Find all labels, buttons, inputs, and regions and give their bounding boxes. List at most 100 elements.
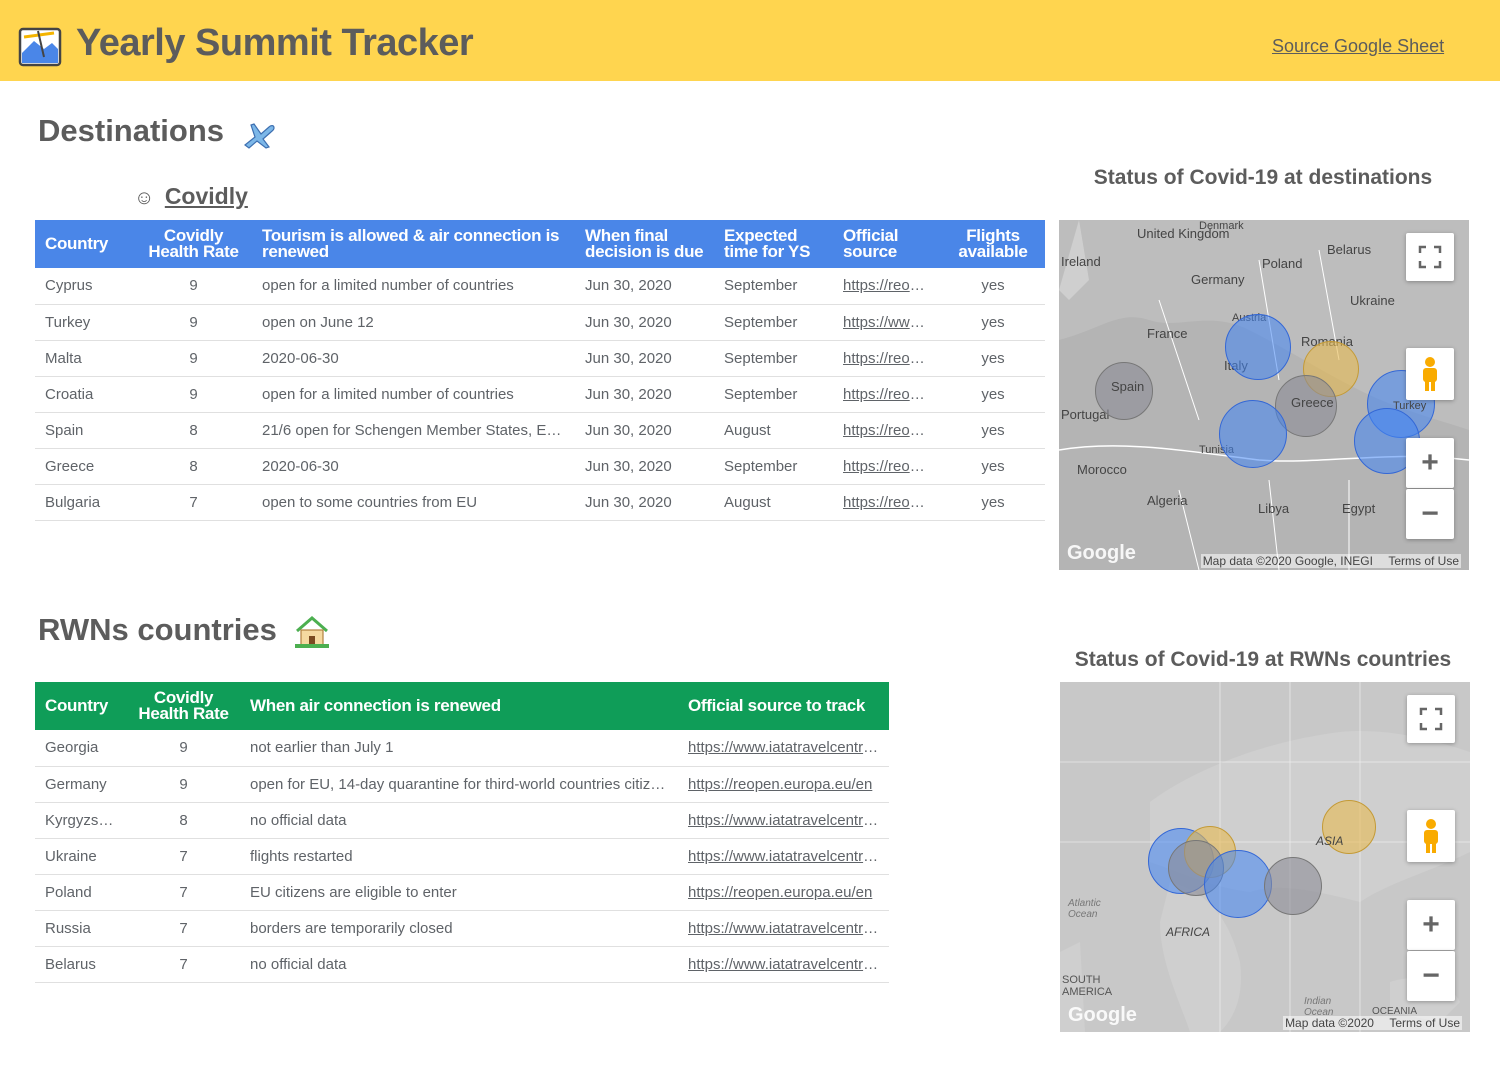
source-link[interactable]: https://www.iatatravelcentre.com [688, 920, 889, 937]
covidly-label[interactable]: Covidly [165, 183, 248, 209]
street-view-button[interactable] [1407, 810, 1455, 862]
summit-logo-icon [18, 27, 62, 67]
cell-due: Jun 30, 2020 [575, 340, 714, 377]
source-link[interactable]: https://www.iatatravelcentre.com [843, 314, 941, 331]
covid-bubble-malta[interactable] [1219, 400, 1287, 468]
cell-source: https://reopen.europa.eu [833, 484, 941, 521]
col-country[interactable]: Country [35, 220, 135, 268]
col-decision-due[interactable]: When final decision is due [575, 220, 714, 268]
cell-country: Ukraine [35, 838, 127, 875]
street-view-button[interactable] [1406, 348, 1454, 400]
col-expected-time[interactable]: Expected time for YS [714, 220, 833, 268]
source-link[interactable]: https://www.iatatravelcentre.com [688, 848, 889, 865]
cell-due: Jun 30, 2020 [575, 376, 714, 413]
mask-face-icon: ☺ [134, 187, 155, 209]
col-air-connection[interactable]: When air connection is renewed [240, 682, 678, 730]
cell-country: Russia [35, 910, 127, 947]
col-health-rate[interactable]: Covidly Health Rate [135, 220, 252, 268]
cell-rate: 7 [127, 874, 240, 911]
col-official-source[interactable]: Official source to track [678, 682, 889, 730]
zoom-out-button[interactable]: − [1406, 489, 1454, 539]
cell-rate: 8 [135, 448, 252, 485]
rwns-table: Country Covidly Health Rate When air con… [35, 682, 889, 983]
map-attribution: Map data ©2020 Terms of Use [1283, 1016, 1462, 1030]
cell-source: https://reopen.europa.eu [833, 412, 941, 449]
cell-country: Bulgaria [35, 484, 135, 521]
zoom-out-button[interactable]: − [1407, 951, 1455, 1001]
source-link[interactable]: https://reopen.europa.eu/en [688, 776, 872, 793]
table-row: Russia 7 borders are temporarily closed … [35, 910, 889, 947]
source-link[interactable]: https://reopen.europa.eu [843, 422, 941, 439]
cell-rate: 9 [135, 268, 252, 305]
cell-country: Turkey [35, 304, 135, 341]
cell-source: https://www.iatatravelcentre.com [678, 838, 889, 875]
source-link[interactable]: https://www.iatatravelcentre.com [688, 739, 889, 756]
table-row: Spain 8 21/6 open for Schengen Member St… [35, 412, 1045, 449]
col-health-rate[interactable]: Covidly Health Rate [127, 682, 240, 730]
cell-country: Spain [35, 412, 135, 449]
cell-renewed: borders are temporarily closed [240, 910, 678, 947]
col-flights[interactable]: Flights available [941, 220, 1045, 268]
source-link[interactable]: https://reopen.europa.eu [843, 386, 941, 403]
source-link[interactable]: https://reopen.europa.eu [843, 494, 941, 511]
covid-bubble-ukraine[interactable] [1204, 850, 1272, 918]
app-title: Yearly Summit Tracker [76, 22, 474, 64]
minus-icon: − [1422, 959, 1440, 992]
cell-tourism: open for a limited number of countries [252, 268, 575, 305]
zoom-in-button[interactable]: + [1407, 900, 1455, 950]
map1-label: Belarus [1327, 242, 1372, 257]
destinations-title-text: Destinations [38, 113, 225, 148]
rwns-title-text: RWNs countries [38, 612, 277, 647]
cell-time: August [714, 412, 833, 449]
table-row: Belarus 7 no official data https://www.i… [35, 946, 889, 983]
source-link[interactable]: https://reopen.europa.eu [843, 350, 941, 367]
cell-renewed: EU citizens are eligible to enter [240, 874, 678, 911]
col-tourism[interactable]: Tourism is allowed & air connection is r… [252, 220, 575, 268]
terms-of-use-link[interactable]: Terms of Use [1389, 1016, 1460, 1030]
source-link[interactable]: https://reopen.europa.eu/en [688, 884, 872, 901]
source-link[interactable]: https://reopen.europa.eu [843, 277, 941, 294]
cell-rate: 7 [127, 946, 240, 983]
fullscreen-button[interactable] [1407, 695, 1455, 743]
covid-bubble-russia[interactable] [1264, 857, 1322, 915]
cell-source: https://www.iatatravelcentre.com [678, 802, 889, 839]
source-google-sheet-link[interactable]: Source Google Sheet [1272, 36, 1444, 57]
cell-country: Georgia [35, 730, 127, 767]
cell-source: https://reopen.europa.eu/en [678, 874, 889, 911]
cell-due: Jun 30, 2020 [575, 484, 714, 521]
col-official-source[interactable]: Official source [833, 220, 941, 268]
covid-bubble-italy[interactable] [1225, 314, 1291, 380]
cell-flights: yes [941, 268, 1045, 305]
source-link[interactable]: https://www.iatatravelcentre.com [688, 812, 889, 829]
cell-country: Germany [35, 766, 127, 803]
cell-rate: 7 [127, 910, 240, 947]
table-row: Kyrgyzstan 8 no official data https://ww… [35, 802, 889, 839]
fullscreen-button[interactable] [1406, 233, 1454, 281]
cell-tourism: 21/6 open for Schengen Member States, EE… [252, 412, 575, 449]
cell-tourism: 2020-06-30 [252, 340, 575, 377]
map-data-text: Map data ©2020 Google, INEGI [1202, 554, 1373, 568]
cell-country: Poland [35, 874, 127, 911]
map1-label: Libya [1258, 501, 1290, 516]
cell-time: September [714, 448, 833, 485]
table-row: Germany 9 open for EU, 14-day quarantine… [35, 766, 889, 803]
map2-label: ASIA [1316, 834, 1344, 848]
rwns-map[interactable]: ASIA AFRICA Atlantic Ocean SOUTH AMERICA… [1060, 682, 1470, 1032]
cell-source: https://reopen.europa.eu [833, 448, 941, 485]
terms-of-use-link[interactable]: Terms of Use [1388, 554, 1459, 568]
cell-tourism: open on June 12 [252, 304, 575, 341]
cell-due: Jun 30, 2020 [575, 448, 714, 485]
table-row: Turkey 9 open on June 12 Jun 30, 2020 Se… [35, 304, 1045, 341]
cell-time: September [714, 304, 833, 341]
covidly-link[interactable]: ☺ Covidly [134, 183, 248, 210]
col-country[interactable]: Country [35, 682, 127, 730]
source-link[interactable]: https://reopen.europa.eu [843, 458, 941, 475]
map1-label: Ukraine [1350, 293, 1395, 308]
destinations-map[interactable]: United Kingdom Denmark Ireland Poland Be… [1059, 220, 1469, 570]
cell-rate: 8 [135, 412, 252, 449]
cell-renewed: flights restarted [240, 838, 678, 875]
zoom-in-button[interactable]: + [1406, 438, 1454, 488]
cell-rate: 7 [135, 484, 252, 521]
source-link[interactable]: https://www.iatatravelcentre.com [688, 956, 889, 973]
cell-rate: 9 [135, 376, 252, 413]
